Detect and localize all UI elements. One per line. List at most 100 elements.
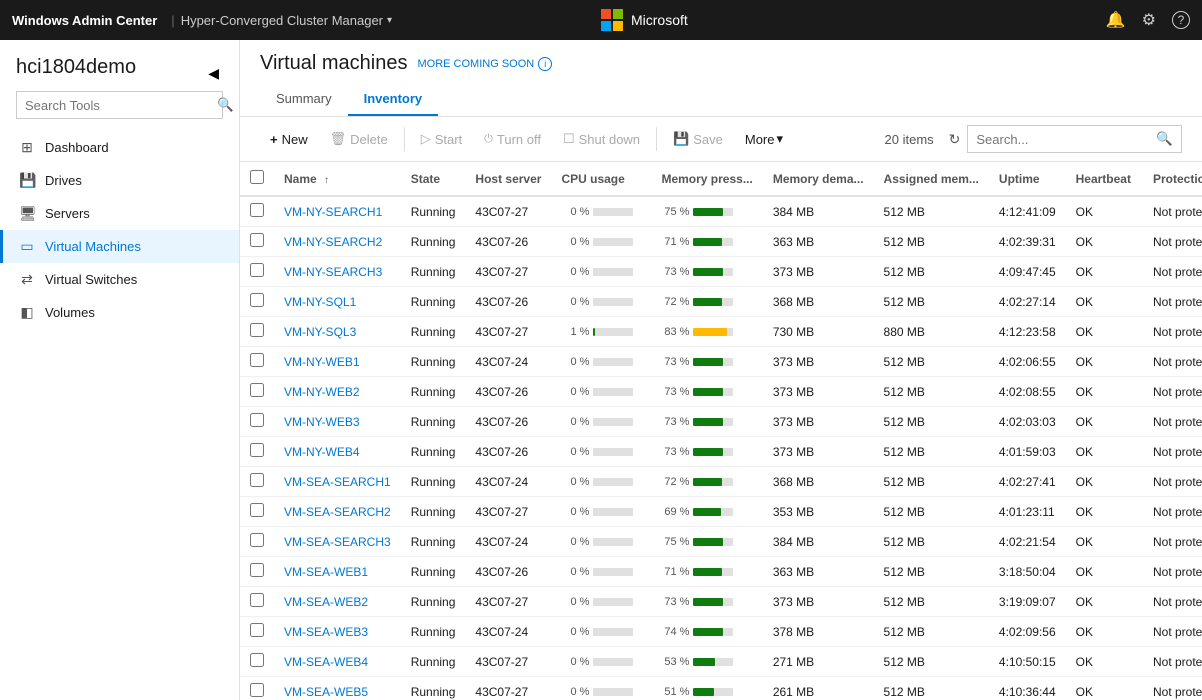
vm-name-link[interactable]: VM-NY-SQL1: [284, 295, 356, 309]
row-checkbox-cell[interactable]: [240, 587, 274, 617]
col-header-uptime[interactable]: Uptime: [989, 162, 1066, 196]
row-checkbox-cell[interactable]: [240, 407, 274, 437]
col-header-mem-demand[interactable]: Memory dema...: [763, 162, 874, 196]
row-checkbox-cell[interactable]: [240, 377, 274, 407]
vm-name-link[interactable]: VM-SEA-SEARCH2: [284, 505, 391, 519]
collapse-sidebar-button[interactable]: ◀: [204, 61, 223, 86]
row-checkbox-cell[interactable]: [240, 647, 274, 677]
col-header-name[interactable]: Name ↑: [274, 162, 401, 196]
sidebar-search-input[interactable]: [17, 93, 209, 118]
start-button[interactable]: ▷ Start: [411, 126, 472, 152]
row-checkbox[interactable]: [250, 443, 264, 457]
save-button[interactable]: 💾 Save: [663, 126, 733, 152]
toolbar-search-box: 🔍: [967, 125, 1182, 153]
vm-mem-demand-cell: 384 MB: [763, 527, 874, 557]
more-coming-badge[interactable]: MORE COMING SOON i: [417, 57, 552, 71]
vm-name-link[interactable]: VM-NY-WEB4: [284, 445, 360, 459]
row-checkbox[interactable]: [250, 623, 264, 637]
row-checkbox-cell[interactable]: [240, 196, 274, 227]
vm-name-link[interactable]: VM-NY-WEB3: [284, 415, 360, 429]
toolbar-search-button[interactable]: 🔍: [1148, 126, 1181, 152]
turn-off-button[interactable]: ⏻ Turn off: [474, 127, 551, 152]
vm-cpu-cell: 0 %: [551, 677, 651, 700]
col-header-mem-assigned[interactable]: Assigned mem...: [874, 162, 989, 196]
vm-name-link[interactable]: VM-NY-SQL3: [284, 325, 356, 339]
row-checkbox-cell[interactable]: [240, 527, 274, 557]
delete-button[interactable]: 🗑 Delete: [320, 126, 398, 152]
row-checkbox[interactable]: [250, 353, 264, 367]
col-header-heartbeat[interactable]: Heartbeat: [1066, 162, 1143, 196]
sidebar-item-label: Dashboard: [45, 140, 109, 155]
more-button[interactable]: More ▾: [735, 126, 793, 152]
select-all-checkbox[interactable]: [250, 170, 264, 184]
row-checkbox[interactable]: [250, 383, 264, 397]
sidebar-item-virtual-machines[interactable]: ▭ Virtual Machines: [0, 230, 239, 263]
row-checkbox-cell[interactable]: [240, 227, 274, 257]
row-checkbox[interactable]: [250, 533, 264, 547]
col-header-state[interactable]: State: [401, 162, 466, 196]
row-checkbox[interactable]: [250, 233, 264, 247]
row-checkbox-cell[interactable]: [240, 467, 274, 497]
sidebar-item-servers[interactable]: 🖥 Servers: [0, 197, 239, 230]
row-checkbox[interactable]: [250, 323, 264, 337]
sidebar-item-drives[interactable]: 💾 Drives: [0, 164, 239, 197]
sidebar-item-dashboard[interactable]: ⊞ Dashboard: [0, 131, 239, 164]
vm-state-cell: Running: [401, 437, 466, 467]
row-checkbox[interactable]: [250, 683, 264, 697]
row-checkbox[interactable]: [250, 593, 264, 607]
settings-icon[interactable]: ⚙: [1142, 10, 1156, 30]
new-button[interactable]: + New: [260, 127, 318, 152]
row-checkbox[interactable]: [250, 473, 264, 487]
row-checkbox[interactable]: [250, 293, 264, 307]
row-checkbox-cell[interactable]: [240, 617, 274, 647]
row-checkbox[interactable]: [250, 203, 264, 217]
vm-name-link[interactable]: VM-SEA-WEB5: [284, 685, 368, 699]
vm-name-link[interactable]: VM-SEA-WEB4: [284, 655, 368, 669]
vm-name-link[interactable]: VM-SEA-WEB3: [284, 625, 368, 639]
toolbar-search-input[interactable]: [968, 127, 1148, 152]
row-checkbox-cell[interactable]: [240, 437, 274, 467]
row-checkbox-cell[interactable]: [240, 677, 274, 700]
vm-name-link[interactable]: VM-NY-SEARCH1: [284, 205, 382, 219]
notification-icon[interactable]: 🔔: [1106, 10, 1126, 30]
vm-name-link[interactable]: VM-SEA-WEB2: [284, 595, 368, 609]
sidebar-item-virtual-switches[interactable]: ⇄ Virtual Switches: [0, 263, 239, 296]
vm-mem-assigned-cell: 512 MB: [874, 287, 989, 317]
col-header-cpu[interactable]: CPU usage: [551, 162, 651, 196]
tab-inventory[interactable]: Inventory: [348, 83, 439, 116]
help-icon[interactable]: ?: [1172, 11, 1190, 29]
vm-heartbeat-cell: OK: [1066, 227, 1143, 257]
row-checkbox[interactable]: [250, 653, 264, 667]
select-all-header[interactable]: [240, 162, 274, 196]
vm-mem-demand-cell: 368 MB: [763, 287, 874, 317]
vm-name-link[interactable]: VM-NY-WEB2: [284, 385, 360, 399]
vm-cpu-cell: 0 %: [551, 587, 651, 617]
row-checkbox[interactable]: [250, 563, 264, 577]
sidebar-item-volumes[interactable]: ◧ Volumes: [0, 296, 239, 329]
tab-summary[interactable]: Summary: [260, 83, 348, 116]
topbar-separator: |: [171, 13, 174, 28]
row-checkbox-cell[interactable]: [240, 317, 274, 347]
row-checkbox-cell[interactable]: [240, 287, 274, 317]
vm-name-link[interactable]: VM-NY-SEARCH3: [284, 265, 382, 279]
shut-down-button[interactable]: ☐ Shut down: [553, 126, 650, 152]
col-header-host[interactable]: Host server: [465, 162, 551, 196]
vm-name-link[interactable]: VM-NY-SEARCH2: [284, 235, 382, 249]
mem-press-bar: [693, 478, 733, 486]
app-name-label[interactable]: Hyper-Converged Cluster Manager ▾: [181, 13, 392, 28]
col-header-mem-press[interactable]: Memory press...: [651, 162, 762, 196]
vm-name-link[interactable]: VM-SEA-SEARCH3: [284, 535, 391, 549]
row-checkbox-cell[interactable]: [240, 347, 274, 377]
row-checkbox[interactable]: [250, 503, 264, 517]
row-checkbox-cell[interactable]: [240, 497, 274, 527]
row-checkbox-cell[interactable]: [240, 257, 274, 287]
vm-name-link[interactable]: VM-NY-WEB1: [284, 355, 360, 369]
sidebar-search-button[interactable]: 🔍: [209, 92, 242, 118]
row-checkbox-cell[interactable]: [240, 557, 274, 587]
vm-name-link[interactable]: VM-SEA-SEARCH1: [284, 475, 391, 489]
vm-name-link[interactable]: VM-SEA-WEB1: [284, 565, 368, 579]
row-checkbox[interactable]: [250, 413, 264, 427]
col-header-protection[interactable]: Protection...: [1143, 162, 1202, 196]
row-checkbox[interactable]: [250, 263, 264, 277]
refresh-button[interactable]: ↻: [944, 126, 966, 153]
